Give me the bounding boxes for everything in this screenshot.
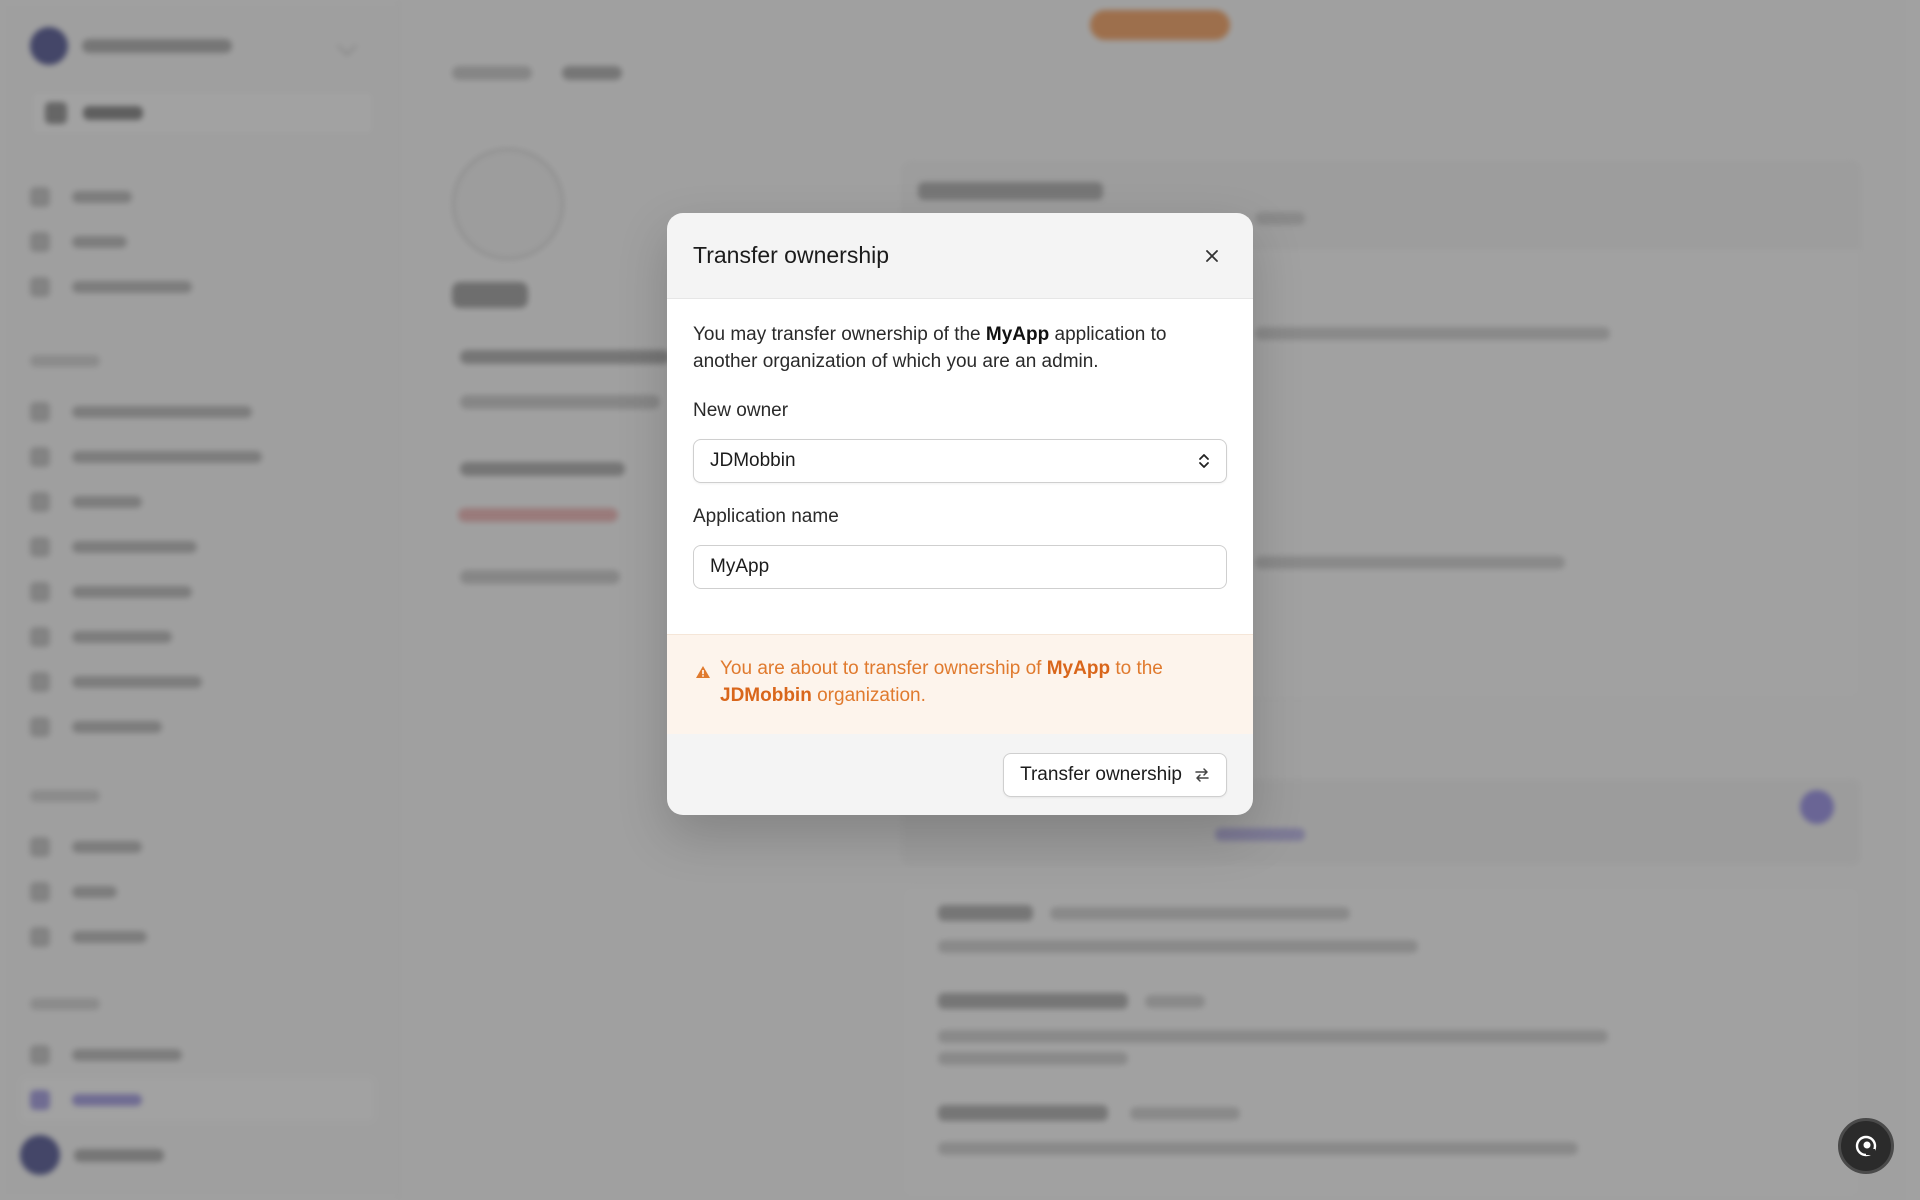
dialog-body: You may transfer ownership of the MyApp … (667, 298, 1253, 734)
warning-text: to the (1110, 658, 1163, 679)
close-button[interactable] (1197, 241, 1227, 271)
warning-text: organization. (811, 685, 926, 706)
warning-app-name: MyApp (1046, 658, 1111, 679)
intro-text: You may transfer ownership of the (693, 324, 986, 345)
close-icon (1206, 249, 1218, 262)
application-name-label: Application name (693, 506, 839, 527)
new-owner-value: JDMobbin (710, 450, 796, 471)
transfer-ownership-dialog: Transfer ownership You may transfer owne… (667, 213, 1253, 815)
chevron-up-down-icon (1199, 454, 1209, 468)
new-owner-label: New owner (693, 400, 789, 421)
dialog-header: Transfer ownership (667, 213, 1253, 298)
new-owner-select[interactable]: JDMobbin (693, 439, 1227, 483)
help-fab-icon (1855, 1135, 1877, 1157)
application-name-input[interactable] (693, 545, 1227, 589)
arrows-swap-icon (1195, 768, 1209, 782)
warning-callout: You are about to transfer ownership of M… (667, 634, 1253, 734)
transfer-button-label: Transfer ownership (1020, 764, 1182, 785)
help-button[interactable] (1838, 1118, 1894, 1174)
transfer-ownership-button[interactable]: Transfer ownership (1003, 753, 1227, 797)
warning-triangle-icon (696, 666, 710, 678)
dialog-footer: Transfer ownership (667, 733, 1253, 815)
warning-text: You are about to transfer ownership of (720, 658, 1047, 679)
dialog-title: Transfer ownership (693, 242, 890, 268)
warning-message: You are about to transfer ownership of M… (720, 655, 1220, 709)
warning-org-name: JDMobbin (720, 685, 812, 706)
dialog-intro: You may transfer ownership of the MyApp … (693, 321, 1223, 375)
intro-app-name: MyApp (985, 324, 1050, 345)
